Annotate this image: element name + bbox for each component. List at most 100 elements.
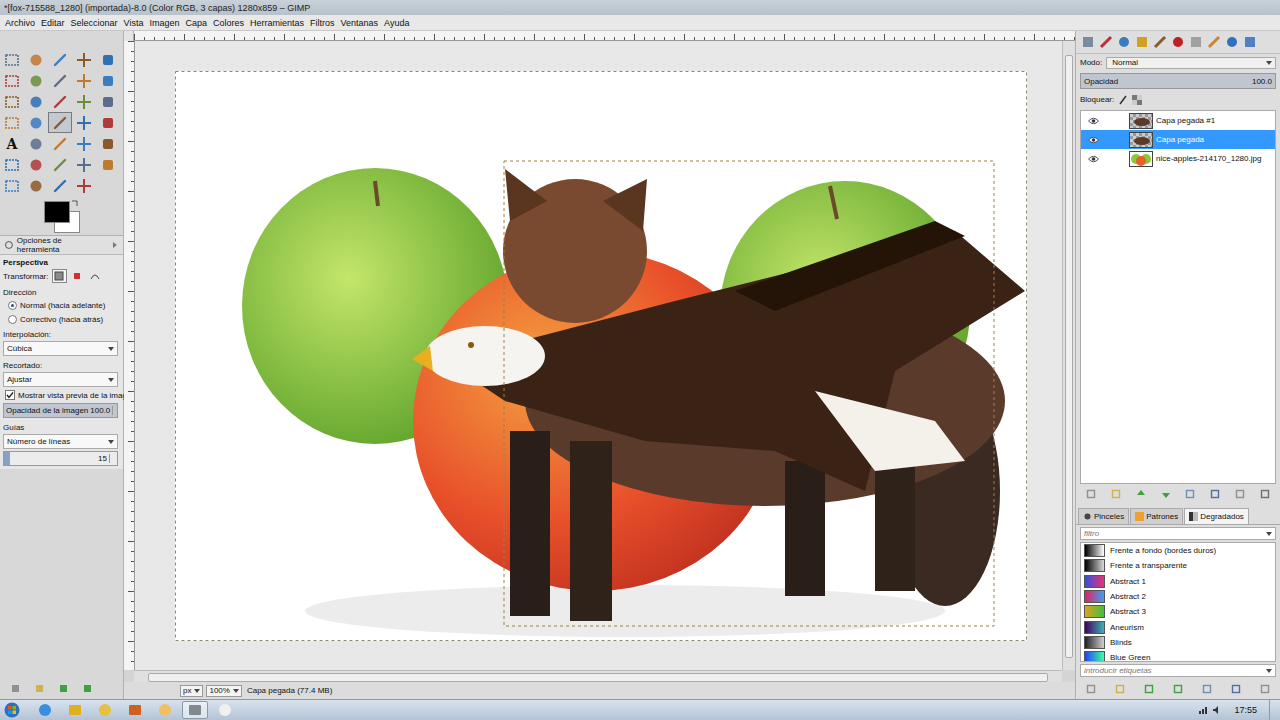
show-desktop-button[interactable] <box>1269 700 1280 720</box>
dock-tab[interactable] <box>1242 35 1257 50</box>
dock-tab[interactable] <box>1134 35 1149 50</box>
tool-button[interactable] <box>24 154 48 175</box>
menu-item[interactable]: Capa <box>182 18 210 28</box>
preview-checkbox[interactable] <box>5 390 15 400</box>
layer-row[interactable]: Capa pegada <box>1081 130 1275 149</box>
gradient-item[interactable]: Abstract 3 <box>1081 604 1275 619</box>
options-button[interactable] <box>8 682 22 695</box>
network-icon[interactable] <box>1198 705 1208 715</box>
vertical-scrollbar[interactable] <box>1062 41 1075 670</box>
tool-button[interactable] <box>72 70 96 91</box>
interpolation-select[interactable]: Cúbica <box>3 341 118 356</box>
tool-button[interactable] <box>0 91 24 112</box>
tool-button[interactable] <box>24 91 48 112</box>
direction-option[interactable]: Correctivo (hacia atrás) <box>3 313 120 325</box>
horizontal-scrollbar[interactable] <box>134 670 1062 682</box>
tool-button[interactable] <box>24 112 48 133</box>
tool-button[interactable] <box>48 70 72 91</box>
tool-button[interactable] <box>48 133 72 154</box>
tool-button[interactable] <box>0 70 24 91</box>
gradient-item[interactable]: Aneurism <box>1081 619 1275 634</box>
taskbar-app[interactable] <box>32 701 58 719</box>
layer-action-button[interactable] <box>1159 487 1173 500</box>
dock-tab[interactable] <box>1224 35 1239 50</box>
lock-pixels-icon[interactable] <box>1118 95 1128 105</box>
menu-item[interactable]: Filtros <box>307 18 338 28</box>
clock[interactable]: 17:55 <box>1234 705 1257 715</box>
dock-tab[interactable] <box>1170 35 1185 50</box>
menu-item[interactable]: Herramientas <box>247 18 307 28</box>
gradient-item[interactable]: Abstract 2 <box>1081 589 1275 604</box>
tool-button[interactable] <box>24 133 48 154</box>
layer-action-button[interactable] <box>1208 487 1222 500</box>
ruler-corner[interactable] <box>124 31 134 41</box>
options-button[interactable] <box>56 682 70 695</box>
tool-button[interactable] <box>72 49 96 70</box>
menu-item[interactable]: Editar <box>38 18 68 28</box>
options-button[interactable] <box>32 682 46 695</box>
resource-tab[interactable]: Patrones <box>1130 508 1183 524</box>
horizontal-ruler[interactable] <box>134 31 1075 41</box>
transform-mode-button[interactable] <box>52 269 67 283</box>
gradient-action-button[interactable] <box>1229 682 1243 695</box>
canvas-viewport[interactable] <box>135 41 1062 670</box>
radio-button[interactable] <box>8 301 17 310</box>
swap-colors-icon[interactable] <box>71 199 79 207</box>
tool-button[interactable] <box>48 154 72 175</box>
gradient-item[interactable]: Blinds <box>1081 635 1275 650</box>
menu-item[interactable]: Vista <box>121 18 147 28</box>
tool-button[interactable] <box>96 70 120 91</box>
tool-button[interactable] <box>0 49 24 70</box>
volume-icon[interactable] <box>1212 705 1222 715</box>
menu-item[interactable]: Colores <box>210 18 247 28</box>
zoom-select[interactable]: 100% <box>206 685 241 697</box>
gradient-action-button[interactable] <box>1258 682 1272 695</box>
layer-action-button[interactable] <box>1233 487 1247 500</box>
tool-button[interactable]: A <box>0 133 24 154</box>
dock-tab[interactable] <box>1098 35 1113 50</box>
visibility-toggle[interactable] <box>1087 136 1099 144</box>
menu-item[interactable]: Ventanas <box>338 18 382 28</box>
dock-tab[interactable] <box>1152 35 1167 50</box>
menu-item[interactable]: Archivo <box>2 18 38 28</box>
panel-menu-icon[interactable] <box>111 241 119 249</box>
lines-slider[interactable]: 15 <box>3 451 118 466</box>
tool-button[interactable] <box>72 112 96 133</box>
gradient-action-button[interactable] <box>1200 682 1214 695</box>
options-button[interactable] <box>80 682 94 695</box>
menu-item[interactable]: Imagen <box>146 18 182 28</box>
tool-button[interactable] <box>48 91 72 112</box>
tool-button[interactable] <box>24 175 48 196</box>
tool-button[interactable] <box>72 154 96 175</box>
resource-tab[interactable]: Degradados <box>1184 508 1249 524</box>
layer-action-button[interactable] <box>1258 487 1272 500</box>
tool-button[interactable] <box>48 175 72 196</box>
tool-button[interactable] <box>72 175 96 196</box>
foreground-color-swatch[interactable] <box>44 201 70 223</box>
tool-button[interactable] <box>48 49 72 70</box>
taskbar-app[interactable] <box>62 701 88 719</box>
radio-button[interactable] <box>8 315 17 324</box>
transform-mode-button[interactable] <box>88 269 103 283</box>
resource-tab[interactable]: Pinceles <box>1078 508 1129 524</box>
gradient-item[interactable]: Blue Green <box>1081 650 1275 662</box>
taskbar-app[interactable] <box>122 701 148 719</box>
canvas-image[interactable] <box>175 71 1027 641</box>
guides-select[interactable]: Número de líneas <box>3 434 118 449</box>
tool-button[interactable] <box>0 112 24 133</box>
lock-alpha-icon[interactable] <box>1132 95 1142 105</box>
taskbar-app[interactable] <box>182 701 208 719</box>
dock-tab[interactable] <box>1206 35 1221 50</box>
layer-row[interactable]: Capa pegada #1 <box>1081 111 1275 130</box>
tool-button[interactable] <box>0 175 24 196</box>
menu-item[interactable]: Ayuda <box>381 18 412 28</box>
tool-button[interactable] <box>96 49 120 70</box>
image-opacity-slider[interactable]: Opacidad de la imagen 100.0 <box>3 403 118 418</box>
clipping-select[interactable]: Ajustar <box>3 372 118 387</box>
start-button[interactable] <box>4 702 20 718</box>
tool-button[interactable] <box>72 133 96 154</box>
menu-item[interactable]: Seleccionar <box>68 18 121 28</box>
tool-button[interactable] <box>0 154 24 175</box>
dock-tab[interactable] <box>1080 35 1095 50</box>
unit-select[interactable]: px <box>180 685 203 697</box>
